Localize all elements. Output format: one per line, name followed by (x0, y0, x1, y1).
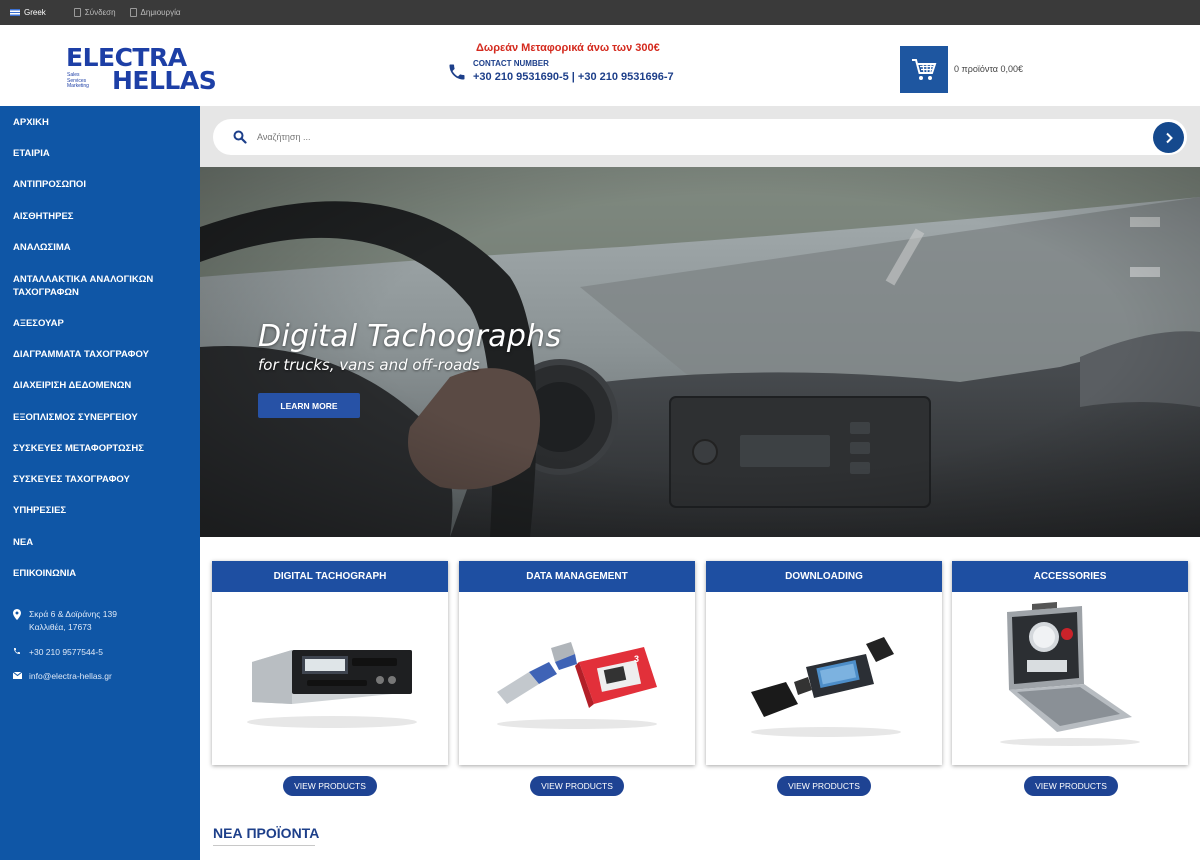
category-title: DIGITAL TACHOGRAPH (212, 561, 448, 592)
sidebar-item-tachograph-charts[interactable]: ΔΙΑΓΡΑΜΜΑΤΑ ΤΑΧΟΓΡΑΦΟΥ (13, 348, 149, 361)
view-products-button-accessories[interactable]: VIEW PRODUCTS (1024, 776, 1118, 796)
free-shipping-promo: Δωρεάν Μεταφορικά άνω των 300€ (476, 42, 660, 54)
search-submit-button[interactable] (1153, 122, 1184, 153)
search-band (200, 106, 1200, 167)
view-products-button-downloading[interactable]: VIEW PRODUCTS (777, 776, 871, 796)
contact-number-label: CONTACT NUMBER (473, 59, 549, 68)
envelope-icon (12, 671, 25, 681)
location-pin-icon (13, 609, 25, 632)
category-card-accessories[interactable]: ACCESSORIES (952, 561, 1188, 765)
login-label: Σύνδεση (84, 8, 116, 17)
category-title: DATA MANAGEMENT (459, 561, 695, 592)
downloading-device-image (751, 637, 901, 737)
top-bar: Greek Σύνδεση Δημιουργία (0, 0, 1200, 25)
accessories-case-image (1000, 602, 1140, 746)
cart-icon (912, 58, 937, 80)
data-management-image: 3 (497, 642, 657, 729)
sidebar-item-news[interactable]: ΝΕΑ (13, 536, 33, 549)
sidebar-item-sensors[interactable]: ΑΙΣΘΗΤΗΡΕΣ (13, 210, 74, 223)
language-selector[interactable]: Greek (10, 8, 46, 17)
svg-text:3: 3 (634, 654, 639, 664)
category-title: DOWNLOADING (706, 561, 942, 592)
category-card-data-management[interactable]: DATA MANAGEMENT 3 (459, 561, 695, 765)
sidebar-item-contact[interactable]: ΕΠΙΚΟΙΝΩΝΙΑ (13, 567, 76, 580)
sidebar-item-data-management[interactable]: ΔΙΑΧΕΙΡΙΣΗ ΔΕΔΟΜΕΝΩΝ (13, 379, 131, 392)
address-line2: Καλλιθέα, 17673 (29, 622, 92, 632)
electra-hellas-logo[interactable]: ELECTRA Sales Services Marketing HELLAS (66, 45, 217, 95)
category-title: ACCESSORIES (952, 561, 1188, 592)
sidebar-email: info@electra-hellas.gr (12, 671, 112, 681)
digital-tachograph-image (247, 650, 417, 728)
login-link[interactable]: Σύνδεση (73, 8, 116, 17)
search-box (213, 119, 1187, 155)
sidebar-item-workshop-equipment[interactable]: ΕΞΟΠΛΙΣΜΟΣ ΣΥΝΕΡΓΕΙΟΥ (13, 411, 138, 424)
sidebar-item-analog-spare-parts[interactable]: ΑΝΤΑΛΛΑΚΤΙΚΑ ΑΝΑΛΟΓΙΚΩΝ ΤΑΧΟΓΡΑΦΩΝ (13, 273, 183, 299)
learn-more-button[interactable]: LEARN MORE (258, 393, 360, 418)
phone-small-icon (13, 647, 25, 657)
category-card-downloading[interactable]: DOWNLOADING (706, 561, 942, 765)
sidebar-item-consumables[interactable]: ΑΝΑΛΩΣΙΜΑ (13, 241, 71, 254)
language-label: Greek (24, 8, 46, 17)
search-input[interactable] (257, 128, 1107, 146)
register-label: Δημιουργία (140, 8, 181, 17)
sidebar-email-address[interactable]: info@electra-hellas.gr (29, 671, 112, 681)
new-products-heading: ΝΕΑ ΠΡΟΪΟΝΤΑ (213, 825, 320, 841)
cart-button[interactable] (900, 46, 948, 93)
sidebar-nav: ΑΡΧΙΚΗ ΕΤΑΙΡΙΑ ΑΝΤΙΠΡΟΣΩΠΟΙ ΑΙΣΘΗΤΗΡΕΣ Α… (0, 106, 200, 860)
sidebar-item-accessories[interactable]: ΑΞΕΣΟΥΑΡ (13, 317, 64, 330)
register-icon (129, 8, 137, 17)
hero-title: Digital Tachographs (258, 319, 562, 354)
phone-icon (449, 64, 465, 80)
chevron-right-icon (1165, 132, 1173, 143)
hero-banner: Digital Tachographs for trucks, vans and… (200, 167, 1200, 537)
logo-tagline-3: Marketing (67, 83, 89, 89)
sidebar-phone: +30 210 9577544-5 (13, 647, 103, 657)
sidebar-phone-number[interactable]: +30 210 9577544-5 (29, 647, 103, 657)
hero-subtitle: for trucks, vans and off-roads (258, 356, 480, 374)
view-products-button-digital-tachograph[interactable]: VIEW PRODUCTS (283, 776, 377, 796)
heading-underline (213, 845, 315, 846)
site-header: ELECTRA Sales Services Marketing HELLAS … (0, 25, 1200, 106)
address-line1: Σκρά 6 & Δοϊράνης 139 (29, 609, 117, 619)
sidebar-item-download-devices[interactable]: ΣΥΣΚΕΥΕΣ ΜΕΤΑΦΟΡΤΩΣΗΣ (13, 442, 144, 455)
cart-summary[interactable]: 0 προϊόντα 0,00€ (954, 64, 1023, 74)
login-icon (73, 8, 81, 17)
sidebar-item-representatives[interactable]: ΑΝΤΙΠΡΟΣΩΠΟΙ (13, 178, 86, 191)
register-link[interactable]: Δημιουργία (129, 8, 181, 17)
sidebar-item-company[interactable]: ΕΤΑΙΡΙΑ (13, 147, 50, 160)
view-products-button-data-management[interactable]: VIEW PRODUCTS (530, 776, 624, 796)
contact-numbers[interactable]: +30 210 9531690-5 | +30 210 9531696-7 (473, 71, 674, 83)
sidebar-item-tachograph-devices[interactable]: ΣΥΣΚΕΥΕΣ ΤΑΧΟΓΡΑΦΟΥ (13, 473, 130, 486)
category-card-digital-tachograph[interactable]: DIGITAL TACHOGRAPH (212, 561, 448, 765)
logo-line2: HELLAS (112, 66, 217, 95)
sidebar-item-home[interactable]: ΑΡΧΙΚΗ (13, 116, 49, 129)
sidebar-item-services[interactable]: ΥΠΗΡΕΣΙΕΣ (13, 504, 66, 517)
logo-tagline: Sales Services Marketing (67, 72, 89, 90)
sidebar-address: Σκρά 6 & Δοϊράνης 139 Καλλιθέα, 17673 (13, 609, 117, 632)
search-icon (233, 130, 247, 144)
greek-flag-icon (10, 9, 20, 16)
